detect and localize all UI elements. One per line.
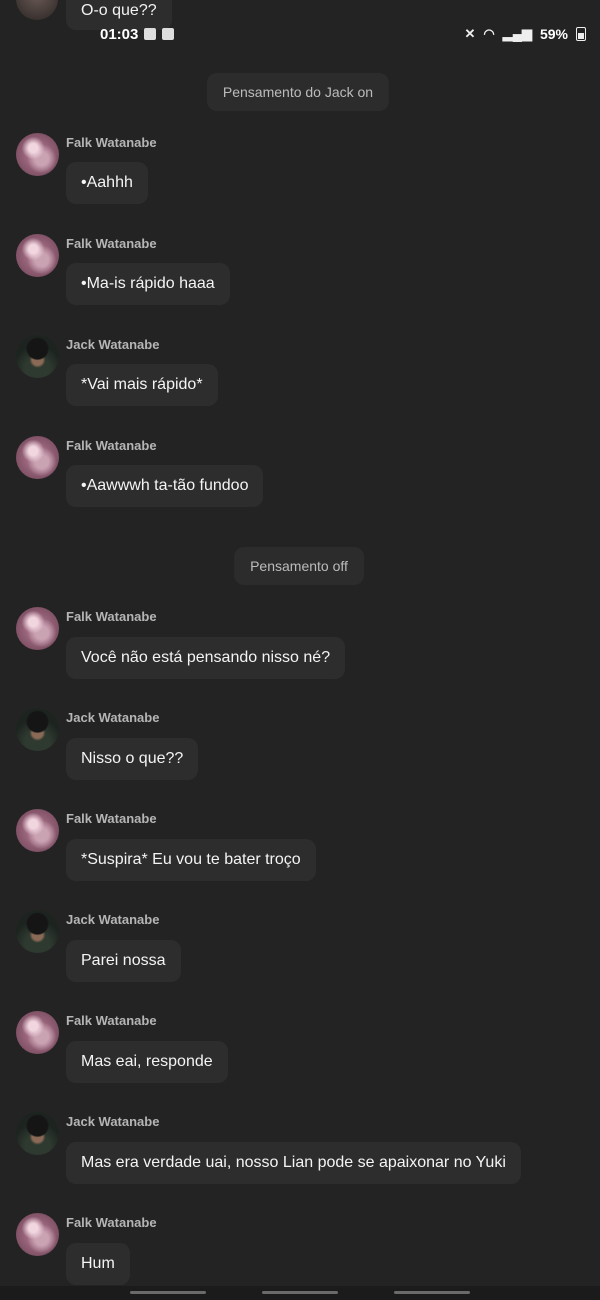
sender-name: Falk Watanabe <box>66 236 157 251</box>
nav-recents-button[interactable] <box>394 1291 470 1294</box>
message-text: Hum <box>81 1255 115 1272</box>
app-notification-icon <box>162 28 174 40</box>
message-text: Parei nossa <box>81 952 166 969</box>
message-bubble[interactable]: Parei nossa <box>66 940 181 982</box>
avatar[interactable] <box>16 436 59 479</box>
message-bubble[interactable]: Mas eai, responde <box>66 1041 228 1083</box>
sender-name: Jack Watanabe <box>66 710 160 725</box>
system-message-text: Pensamento do Jack on <box>222 84 374 100</box>
message-bubble[interactable]: Mas era verdade uai, nosso Lian pode se … <box>66 1142 521 1184</box>
message-text: •Aawwwh ta-tão fundoo <box>81 477 249 494</box>
message-text: Você não está pensando nisso né? <box>81 649 331 666</box>
notification-icons <box>144 28 174 40</box>
message-bubble[interactable]: Hum <box>66 1243 130 1285</box>
system-message: Pensamento do Jack on <box>206 73 390 111</box>
message-bubble[interactable]: •Aawwwh ta-tão fundoo <box>66 465 264 507</box>
nav-back-button[interactable] <box>130 1291 206 1294</box>
status-time: 01:03 <box>100 26 139 43</box>
message-bubble[interactable]: Você não está pensando nisso né? <box>66 637 346 679</box>
nav-home-button[interactable] <box>262 1291 338 1294</box>
mute-icon: ✕ <box>464 26 476 41</box>
battery-icon <box>576 27 586 41</box>
message-text: *Vai mais rápido* <box>81 376 203 393</box>
sender-name: Jack Watanabe <box>66 912 160 927</box>
avatar[interactable] <box>16 910 59 953</box>
sender-name: Falk Watanabe <box>66 1013 157 1028</box>
message-text: •Aahhh <box>81 174 133 191</box>
sender-name: Falk Watanabe <box>66 609 157 624</box>
sender-name: Falk Watanabe <box>66 811 157 826</box>
system-message: Pensamento off <box>234 547 364 585</box>
message-text: Nisso o que?? <box>81 750 184 767</box>
avatar[interactable] <box>16 1011 59 1054</box>
message-text: O-o que?? <box>81 2 157 19</box>
avatar[interactable] <box>16 1112 59 1155</box>
avatar[interactable] <box>16 607 59 650</box>
sender-name: Falk Watanabe <box>66 1215 157 1230</box>
sender-name: Falk Watanabe <box>66 135 157 150</box>
avatar[interactable] <box>16 133 59 176</box>
message-bubble[interactable]: •Ma-is rápido haaa <box>66 263 230 305</box>
message-text: *Suspira* Eu vou te bater troço <box>81 851 301 868</box>
image-notification-icon <box>144 28 156 40</box>
avatar[interactable] <box>16 809 59 852</box>
sender-name: Jack Watanabe <box>66 1114 160 1129</box>
message-text: Mas era verdade uai, nosso Lian pode se … <box>81 1154 506 1171</box>
signal-icon: ▂▄▆ <box>502 26 532 41</box>
message-bubble[interactable]: •Aahhh <box>66 162 148 204</box>
wifi-icon: ◠ <box>483 26 495 41</box>
avatar[interactable] <box>16 234 59 277</box>
avatar[interactable] <box>16 335 59 378</box>
avatar[interactable] <box>16 708 59 751</box>
navigation-bar <box>0 1286 600 1300</box>
message-text: •Ma-is rápido haaa <box>81 275 215 292</box>
system-message-text: Pensamento off <box>250 558 348 574</box>
message-bubble[interactable]: *Suspira* Eu vou te bater troço <box>66 839 316 881</box>
avatar[interactable] <box>16 0 58 20</box>
sender-name: Falk Watanabe <box>66 438 157 453</box>
message-text: Mas eai, responde <box>81 1053 213 1070</box>
battery-percentage: 59% <box>539 26 568 42</box>
sender-name: Jack Watanabe <box>66 337 160 352</box>
avatar[interactable] <box>16 1213 59 1256</box>
message-bubble[interactable]: Nisso o que?? <box>66 738 199 780</box>
status-bar: 01:03 ✕ ◠ ▂▄▆ 59% <box>0 22 600 48</box>
message-bubble[interactable]: *Vai mais rápido* <box>66 364 218 406</box>
status-right: ✕ ◠ ▂▄▆ 59% <box>464 26 586 42</box>
